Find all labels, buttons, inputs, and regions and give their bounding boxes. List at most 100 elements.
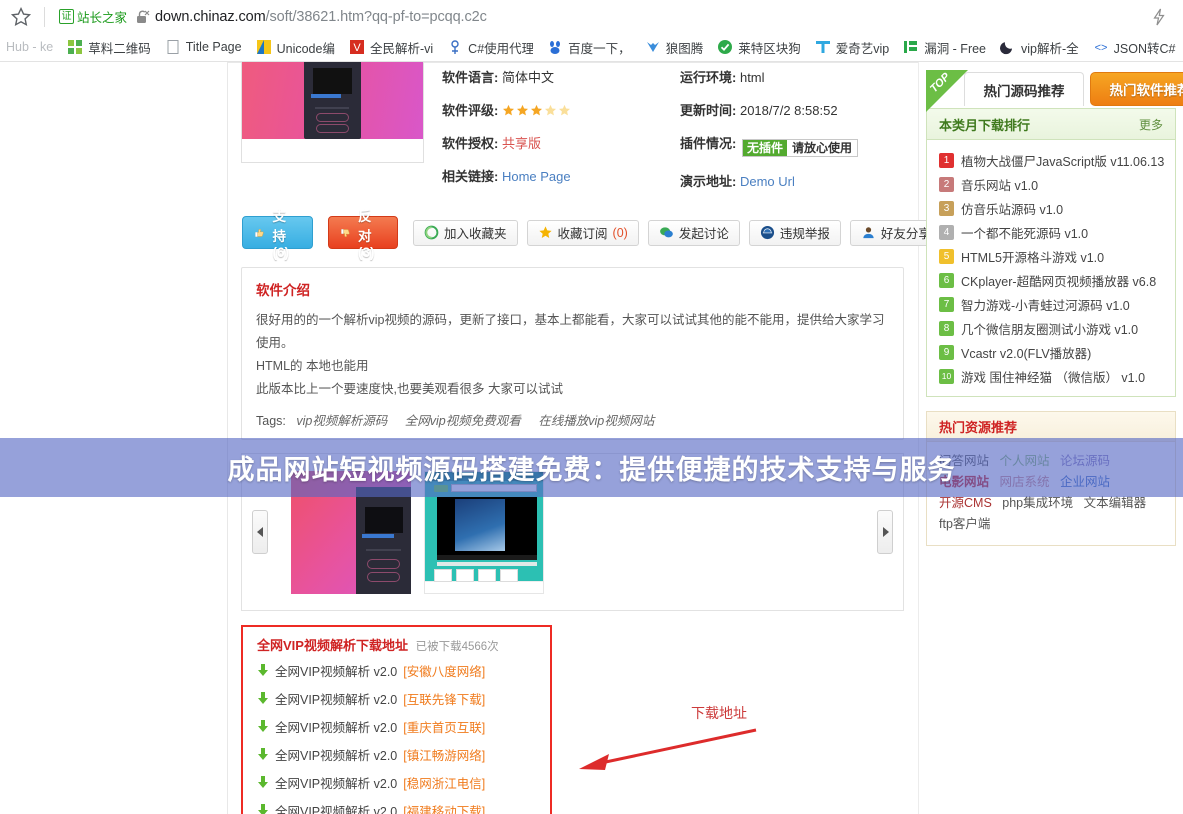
- download-arrow-icon: [258, 748, 268, 760]
- bookmark-item[interactable]: 漏洞 - Free: [896, 36, 993, 59]
- download-name: 全网VIP视频解析 v2.0: [275, 749, 398, 763]
- download-arrow-icon: [258, 664, 268, 676]
- field-plugin-status: 插件情况: 无插件 请放心使用: [680, 136, 918, 157]
- report-violation-button[interactable]: 违规举报: [748, 219, 841, 246]
- bookmark-item[interactable]: C#使用代理: [440, 36, 540, 59]
- tags-row: Tags: vip视频解析源码 全网vip视频免费观看 在线播放vip视频网站: [256, 410, 889, 429]
- star-empty-icon: [544, 104, 556, 116]
- download-mirror: [重庆首页互联]: [403, 721, 486, 735]
- resource-link[interactable]: php集成环境: [1002, 496, 1073, 510]
- download-link-row[interactable]: 全网VIP视频解析 v2.0 [重庆首页互联]: [257, 717, 540, 736]
- field-value: html: [739, 70, 765, 85]
- download-link-row[interactable]: 全网VIP视频解析 v2.0 [福建移动下载]: [257, 801, 540, 814]
- rating-stars[interactable]: [502, 104, 571, 117]
- download-link-row[interactable]: 全网VIP视频解析 v2.0 [镇江畅游网络]: [257, 745, 540, 764]
- rank-list-item[interactable]: 10 游戏 围住神经猫 （微信版） v1.0: [939, 364, 1175, 388]
- button-label: 发起讨论: [678, 227, 729, 241]
- bookmark-item[interactable]: 狼图腾: [638, 36, 711, 59]
- rank-list-item[interactable]: 5 HTML5开源格斗游戏 v1.0: [939, 244, 1175, 268]
- download-mirror: [镇江畅游网络]: [403, 749, 486, 763]
- download-mirror: [稳网浙江电信]: [403, 777, 486, 791]
- ev-badge-mark: 证: [59, 9, 74, 24]
- check-icon: [718, 40, 733, 54]
- plugin-status-badge: 无插件 请放心使用: [741, 139, 858, 157]
- download-arrow-icon: [258, 804, 268, 814]
- refresh-icon: [424, 225, 439, 240]
- tab-hot-software[interactable]: 热门软件推荐: [1090, 72, 1183, 106]
- bookmark-label: 爱奇艺vip: [835, 41, 890, 56]
- rank-list-item[interactable]: 1 植物大战僵尸JavaScript版 v11.06.13: [939, 148, 1175, 172]
- url-bar-text[interactable]: down.chinaz.com/soft/38621.htm?qq-pf-to=…: [155, 9, 487, 25]
- bookmark-item[interactable]: 百度一下，: [540, 36, 638, 59]
- support-label: 支持(6): [272, 209, 290, 260]
- software-thumbnail[interactable]: [241, 62, 424, 163]
- oppose-label: 反对(3): [358, 209, 375, 260]
- ev-certificate-badge[interactable]: 证 站长之家: [59, 7, 127, 26]
- download-link-row[interactable]: 全网VIP视频解析 v2.0 [安徽八度网络]: [257, 661, 540, 680]
- rank-list-item[interactable]: 8 几个微信朋友圈测试小游戏 v1.0: [939, 316, 1175, 340]
- tag-link[interactable]: 在线播放vip视频网站: [538, 414, 654, 428]
- rank-number: 2: [939, 176, 954, 192]
- field-demo-url: 演示地址: Demo Url: [680, 174, 918, 190]
- field-label: 相关链接:: [442, 169, 499, 184]
- resource-link[interactable]: 开源CMS: [939, 496, 992, 510]
- bookmark-item[interactable]: vip解析-全: [993, 36, 1086, 59]
- user-share-icon: [863, 227, 874, 239]
- download-link-row[interactable]: 全网VIP视频解析 v2.0 [互联先锋下载]: [257, 689, 540, 708]
- download-name: 全网VIP视频解析 v2.0: [275, 777, 398, 791]
- download-link-row[interactable]: 全网VIP视频解析 v2.0 [稳网浙江电信]: [257, 773, 540, 792]
- field-related-link: 相关链接: Home Page: [442, 169, 680, 185]
- bookmark-item[interactable]: 草料二维码: [60, 36, 158, 59]
- tag-link[interactable]: 全网vip视频免费观看: [405, 414, 521, 428]
- rank-list-item[interactable]: 9 Vcastr v2.0(FLV播放器): [939, 340, 1175, 364]
- rank-number: 4: [939, 224, 954, 240]
- bookmark-item[interactable]: <> JSON转C#: [1086, 36, 1183, 59]
- carousel-next-button[interactable]: [877, 510, 893, 554]
- qrcode-icon: [68, 40, 83, 54]
- support-button[interactable]: 支持(6): [242, 209, 313, 260]
- star-filled-icon: [516, 104, 528, 116]
- resource-link[interactable]: ftp客户端: [939, 517, 990, 531]
- chevron-right-icon: [882, 527, 889, 537]
- bookmark-label: Unicode编: [276, 41, 335, 56]
- start-discussion-button[interactable]: 发起讨论: [647, 219, 740, 246]
- lock-broken-icon[interactable]: [135, 9, 150, 25]
- bookmark-item[interactable]: 爱奇艺vip: [808, 36, 896, 59]
- rank-list-item[interactable]: 7 智力游戏-小青蛙过河源码 v1.0: [939, 292, 1175, 316]
- intro-paragraph: 此版本比上一个要速度快,也要美观看很多 大家可以试试: [256, 382, 563, 396]
- field-label: 软件评级:: [442, 103, 499, 118]
- tab-hot-source[interactable]: 热门源码推荐: [964, 72, 1084, 106]
- bookmark-item[interactable]: 莱特区块狗: [710, 36, 808, 59]
- lightning-bolt-icon[interactable]: [1149, 7, 1169, 27]
- rank-label: 游戏 围住神经猫 （微信版） v1.0: [961, 370, 1146, 385]
- download-header: 全网VIP视频解析下载地址 已被下载4566次: [257, 635, 540, 654]
- rank-list-item[interactable]: 3 仿音乐站源码 v1.0: [939, 196, 1175, 220]
- home-page-link[interactable]: Home Page: [502, 169, 571, 184]
- rank-list-item[interactable]: 4 一个都不能死源码 v1.0: [939, 220, 1175, 244]
- add-to-favorites-button[interactable]: 加入收藏夹: [413, 219, 518, 246]
- resource-link[interactable]: 文本编辑器: [1084, 496, 1147, 510]
- ev-badge-text: 站长之家: [77, 11, 128, 25]
- subscribe-button[interactable]: 收藏订阅 (0): [526, 219, 639, 246]
- bookmark-item[interactable]: Unicode编: [249, 36, 342, 59]
- bookmark-star-icon[interactable]: [10, 6, 32, 28]
- promo-overlay-banner[interactable]: 成品网站短视频源码搭建免费：提供便捷的技术支持与服务: [0, 438, 1183, 497]
- demo-url-link[interactable]: Demo Url: [740, 174, 795, 189]
- oppose-button[interactable]: 反对(3): [327, 209, 398, 260]
- rank-list: 1 植物大战僵尸JavaScript版 v11.06.13 2 音乐网站 v1.…: [927, 140, 1175, 396]
- carousel-prev-button[interactable]: [252, 510, 268, 554]
- rank-list-item[interactable]: 2 音乐网站 v1.0: [939, 172, 1175, 196]
- bookmark-item[interactable]: Title Page: [158, 37, 249, 57]
- download-name: 全网VIP视频解析 v2.0: [275, 693, 398, 707]
- bookmark-item[interactable]: V 全民解析-vi: [342, 36, 440, 59]
- field-value: 2018/7/2 8:58:52: [739, 103, 838, 118]
- software-info-block: 软件语言: 简体中文 软件评级: 软件授权: 共享版 相关链接: Home Pa…: [228, 62, 918, 207]
- baidu-icon: [550, 41, 561, 54]
- bookmark-item[interactable]: Hub - ke: [0, 37, 60, 57]
- rank-list-item[interactable]: 6 CKplayer-超酷网页视频播放器 v6.8: [939, 268, 1175, 292]
- rank-number: 5: [939, 248, 954, 264]
- rank-number: 10: [939, 368, 954, 384]
- omnibox-divider: [44, 6, 45, 27]
- tag-link[interactable]: vip视频解析源码: [296, 414, 387, 428]
- rank-more-link[interactable]: 更多: [1139, 116, 1163, 133]
